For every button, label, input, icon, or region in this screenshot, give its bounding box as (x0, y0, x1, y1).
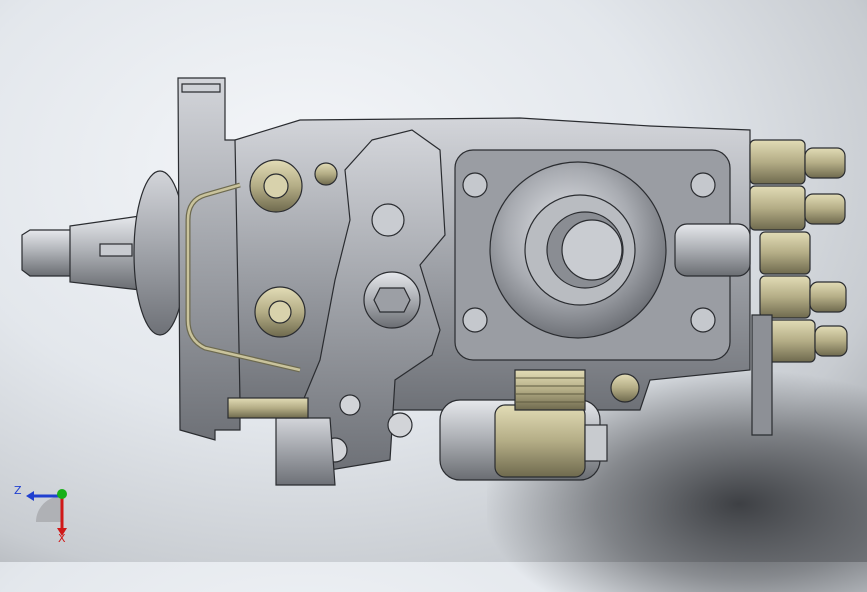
z-axis-arrow (26, 491, 34, 501)
x-axis-label: X (58, 532, 66, 545)
keyway (99, 243, 133, 257)
base-foot (275, 417, 336, 486)
injection-pump-3d-model[interactable] (0, 0, 867, 562)
rear-bracket (751, 314, 773, 436)
side-port (674, 223, 751, 277)
graphics-viewport[interactable]: Z X (0, 0, 867, 592)
y-axis-dot (57, 489, 67, 499)
shaft-tip (21, 229, 76, 277)
orientation-triad-icon (26, 489, 67, 536)
view-triad: Z X (10, 478, 90, 548)
z-axis-label: Z (14, 484, 22, 497)
solenoid-spring (514, 369, 586, 411)
